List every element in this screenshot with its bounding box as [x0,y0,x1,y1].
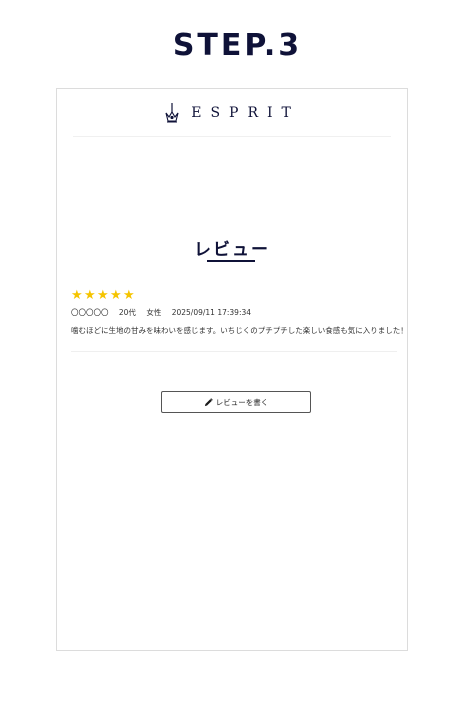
review-divider [71,351,397,352]
reviewer-name: 〇〇〇〇〇 [71,308,109,317]
star-icon: ★ [97,288,110,303]
reviewer-gender: 女性 [146,308,162,317]
star-icon: ★ [110,288,123,303]
brand-name: ESPRIT [191,104,300,121]
reviewer-age: 20代 [118,308,136,317]
step-title: STEP.3 [172,28,303,63]
review-text: 噛むほどに生地の甘みを味わいを感じます。いちじくのプチプチした楽しい食感も気に入… [71,326,408,335]
phone-frame: ESPRIT レビュー ★★★★★ 〇〇〇〇〇 20代 女性 2025/09/1… [56,88,408,651]
review-meta: 〇〇〇〇〇 20代 女性 2025/09/11 17:39:34 [71,307,259,318]
write-review-button[interactable]: レビューを書く [161,391,311,413]
title-underline [207,260,255,262]
star-icon: ★ [123,288,136,303]
star-icon: ★ [71,288,84,303]
star-icon: ★ [84,288,97,303]
crown-monogram-icon [165,102,179,122]
brand-header: ESPRIT [73,89,391,137]
write-review-label: レビューを書く [215,397,269,407]
review-datetime: 2025/09/11 17:39:34 [171,308,252,317]
rating-stars: ★★★★★ [71,289,136,303]
pencil-icon [204,397,213,406]
brand-logo-link[interactable]: ESPRIT [73,102,391,124]
section-title: レビュー [194,240,270,260]
